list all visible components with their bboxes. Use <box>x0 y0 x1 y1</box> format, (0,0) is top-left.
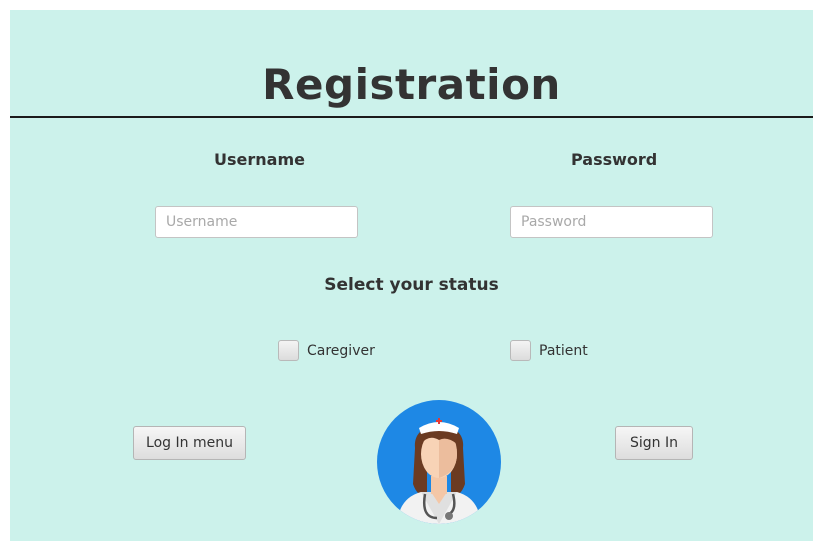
registration-panel: Registration Username Password Select yo… <box>10 10 813 541</box>
username-label: Username <box>214 150 305 169</box>
caregiver-checkbox[interactable]: Caregiver <box>278 340 375 361</box>
status-title: Select your status <box>324 275 499 295</box>
patient-checkbox-label: Patient <box>539 342 588 359</box>
username-input[interactable] <box>155 206 358 238</box>
password-input[interactable] <box>510 206 713 238</box>
password-label: Password <box>571 150 658 169</box>
nurse-avatar-icon <box>377 400 501 524</box>
title-divider <box>10 116 813 118</box>
login-menu-button[interactable]: Log In menu <box>133 426 246 460</box>
sign-in-button[interactable]: Sign In <box>615 426 693 460</box>
caregiver-checkbox-label: Caregiver <box>307 342 375 359</box>
page-title: Registration <box>262 60 561 109</box>
patient-checkbox-box[interactable] <box>510 340 531 361</box>
patient-checkbox[interactable]: Patient <box>510 340 588 361</box>
caregiver-checkbox-box[interactable] <box>278 340 299 361</box>
